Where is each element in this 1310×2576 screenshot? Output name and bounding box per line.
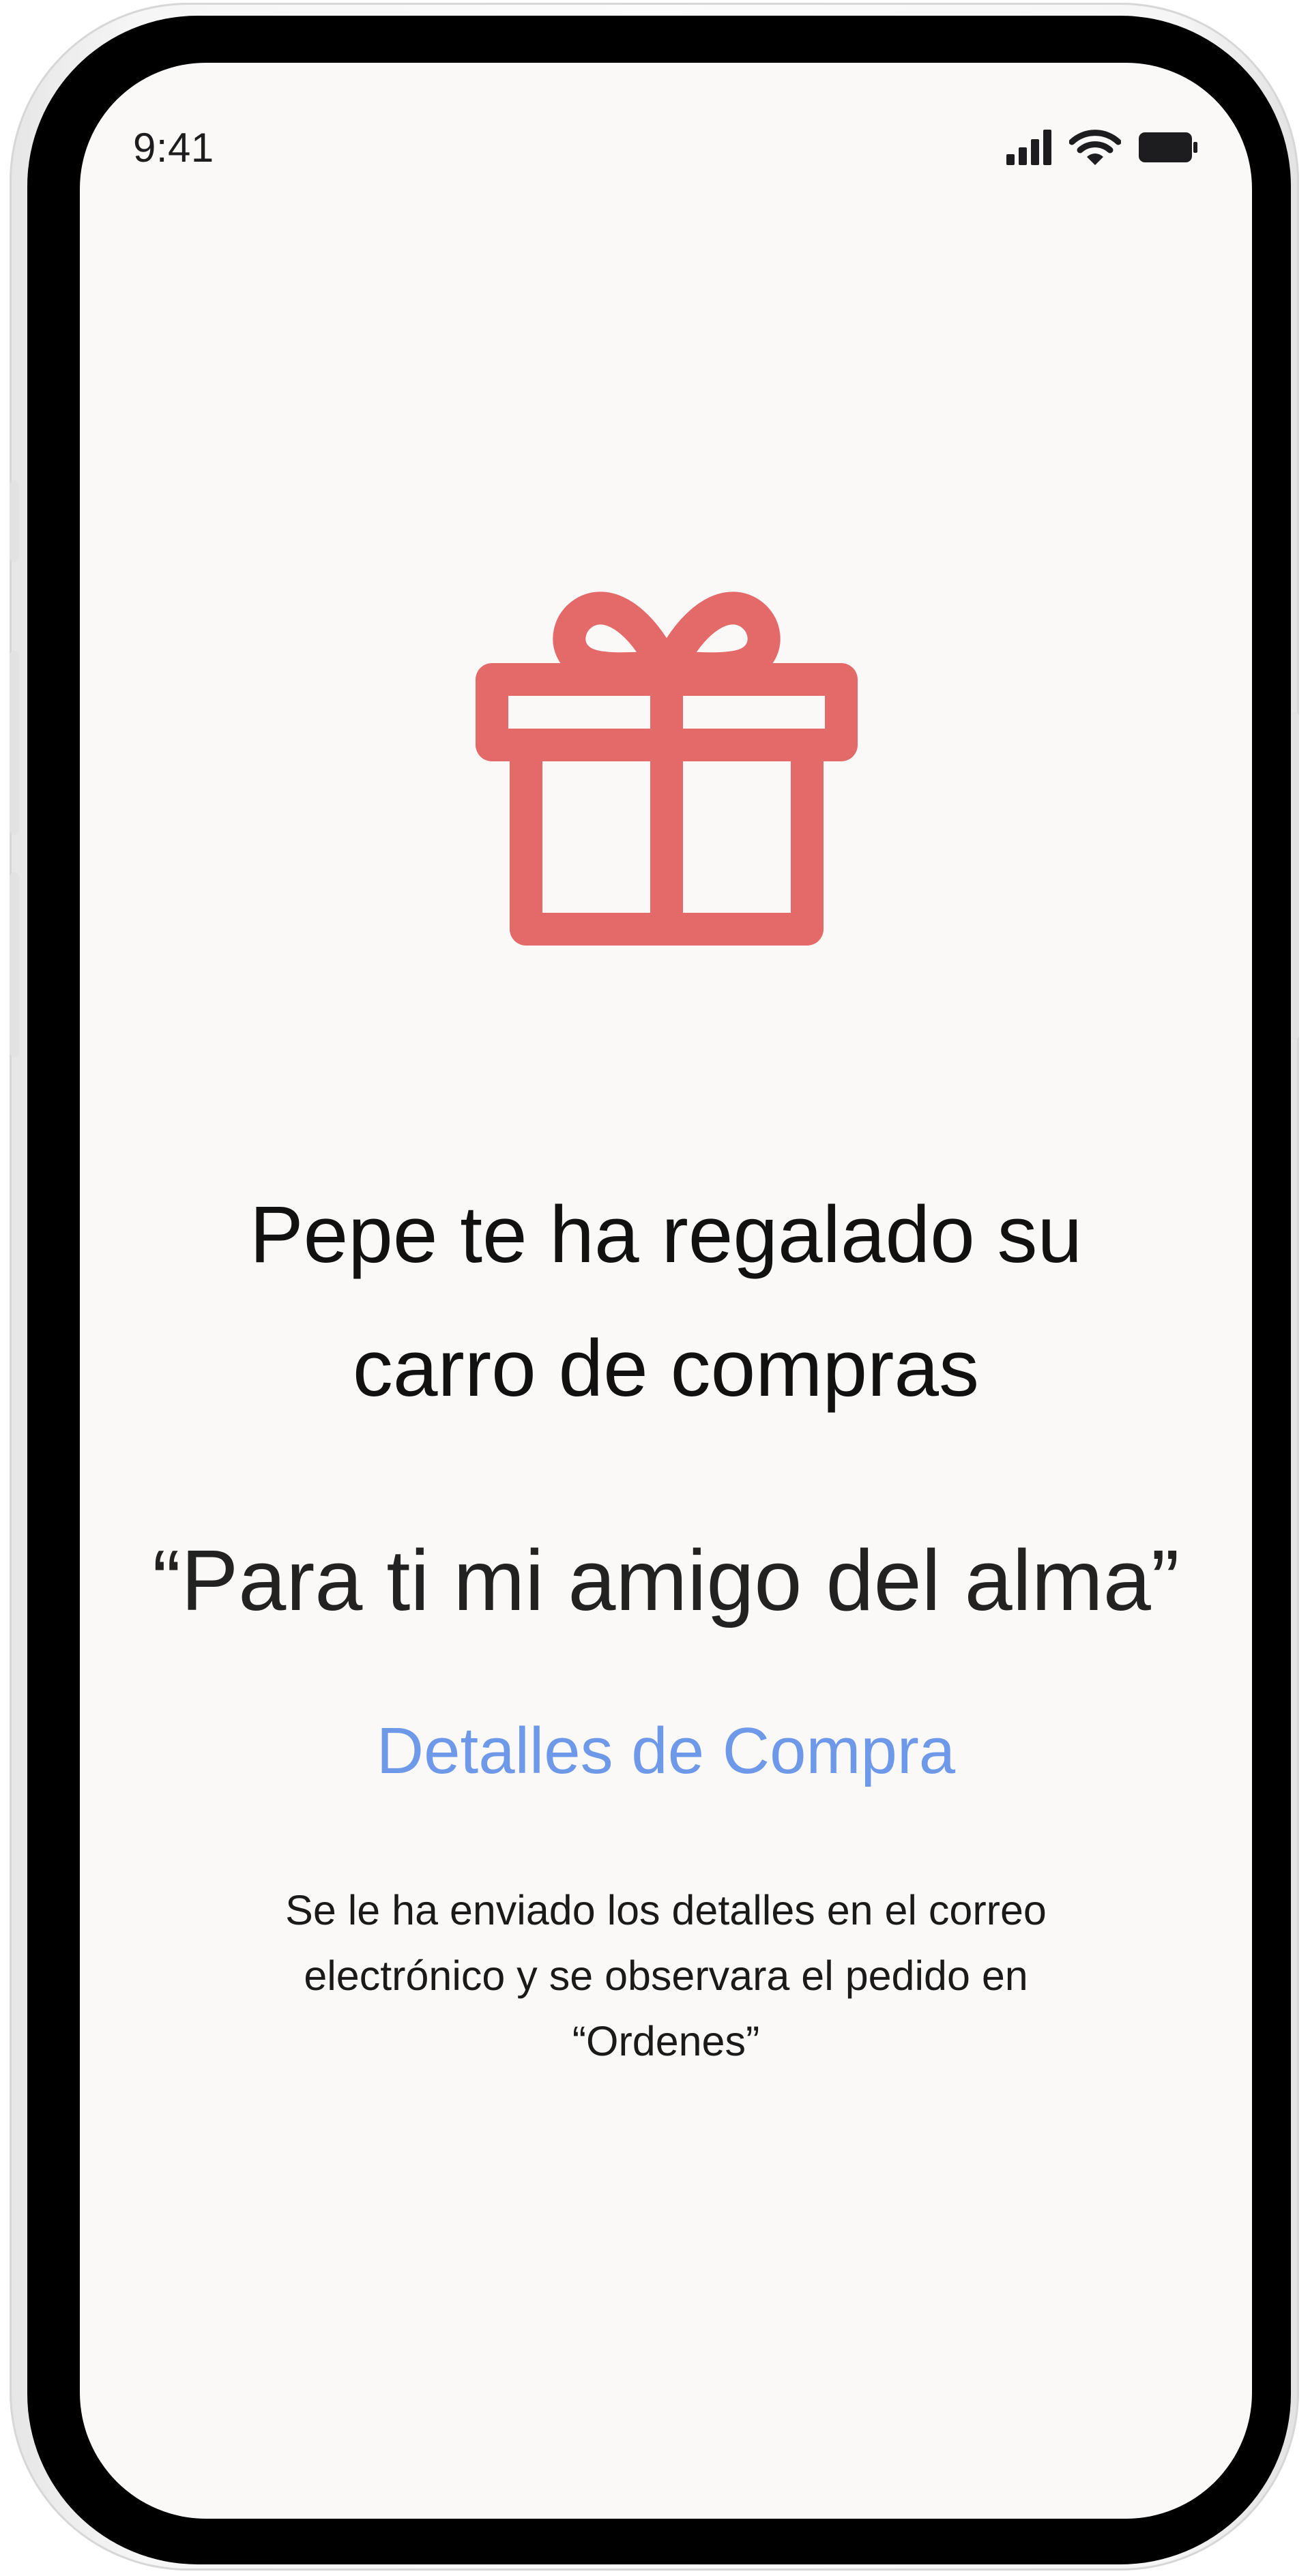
status-bar: 9:41 (80, 63, 1252, 171)
volume-down-button (10, 873, 19, 1057)
silent-switch (10, 480, 19, 562)
gift-title-line1: Pepe te ha regalado su (249, 1190, 1083, 1280)
gift-message-quote: “Para ti mi amigo del alma” (152, 1532, 1180, 1628)
cellular-signal-icon (1006, 130, 1051, 169)
wifi-icon (1068, 128, 1122, 170)
battery-icon (1139, 132, 1197, 166)
purchase-details-link[interactable]: Detalles de Compra (80, 1707, 1252, 1796)
info-line3: “Ordenes” (572, 2018, 760, 2064)
info-line1: Se le ha enviado los detalles en el corr… (285, 1887, 1047, 1933)
phone-frame: 9:41 Pepe te ha regalado su carro de com… (10, 3, 1299, 2571)
status-time: 9:41 (133, 125, 214, 171)
gift-title: Pepe te ha regalado su carro de compras (80, 1168, 1252, 1435)
status-icons (1006, 128, 1197, 170)
email-info-text: Se le ha enviado los detalles en el corr… (216, 1877, 1116, 2074)
gift-title-line2: carro de compras (352, 1323, 980, 1414)
volume-up-button (10, 651, 19, 835)
info-line2: electrónico y se observara el pedido en (304, 1952, 1028, 1999)
power-button (1290, 712, 1299, 1040)
screen: 9:41 Pepe te ha regalado su carro de com… (80, 63, 1252, 2519)
gift-icon (476, 581, 858, 963)
